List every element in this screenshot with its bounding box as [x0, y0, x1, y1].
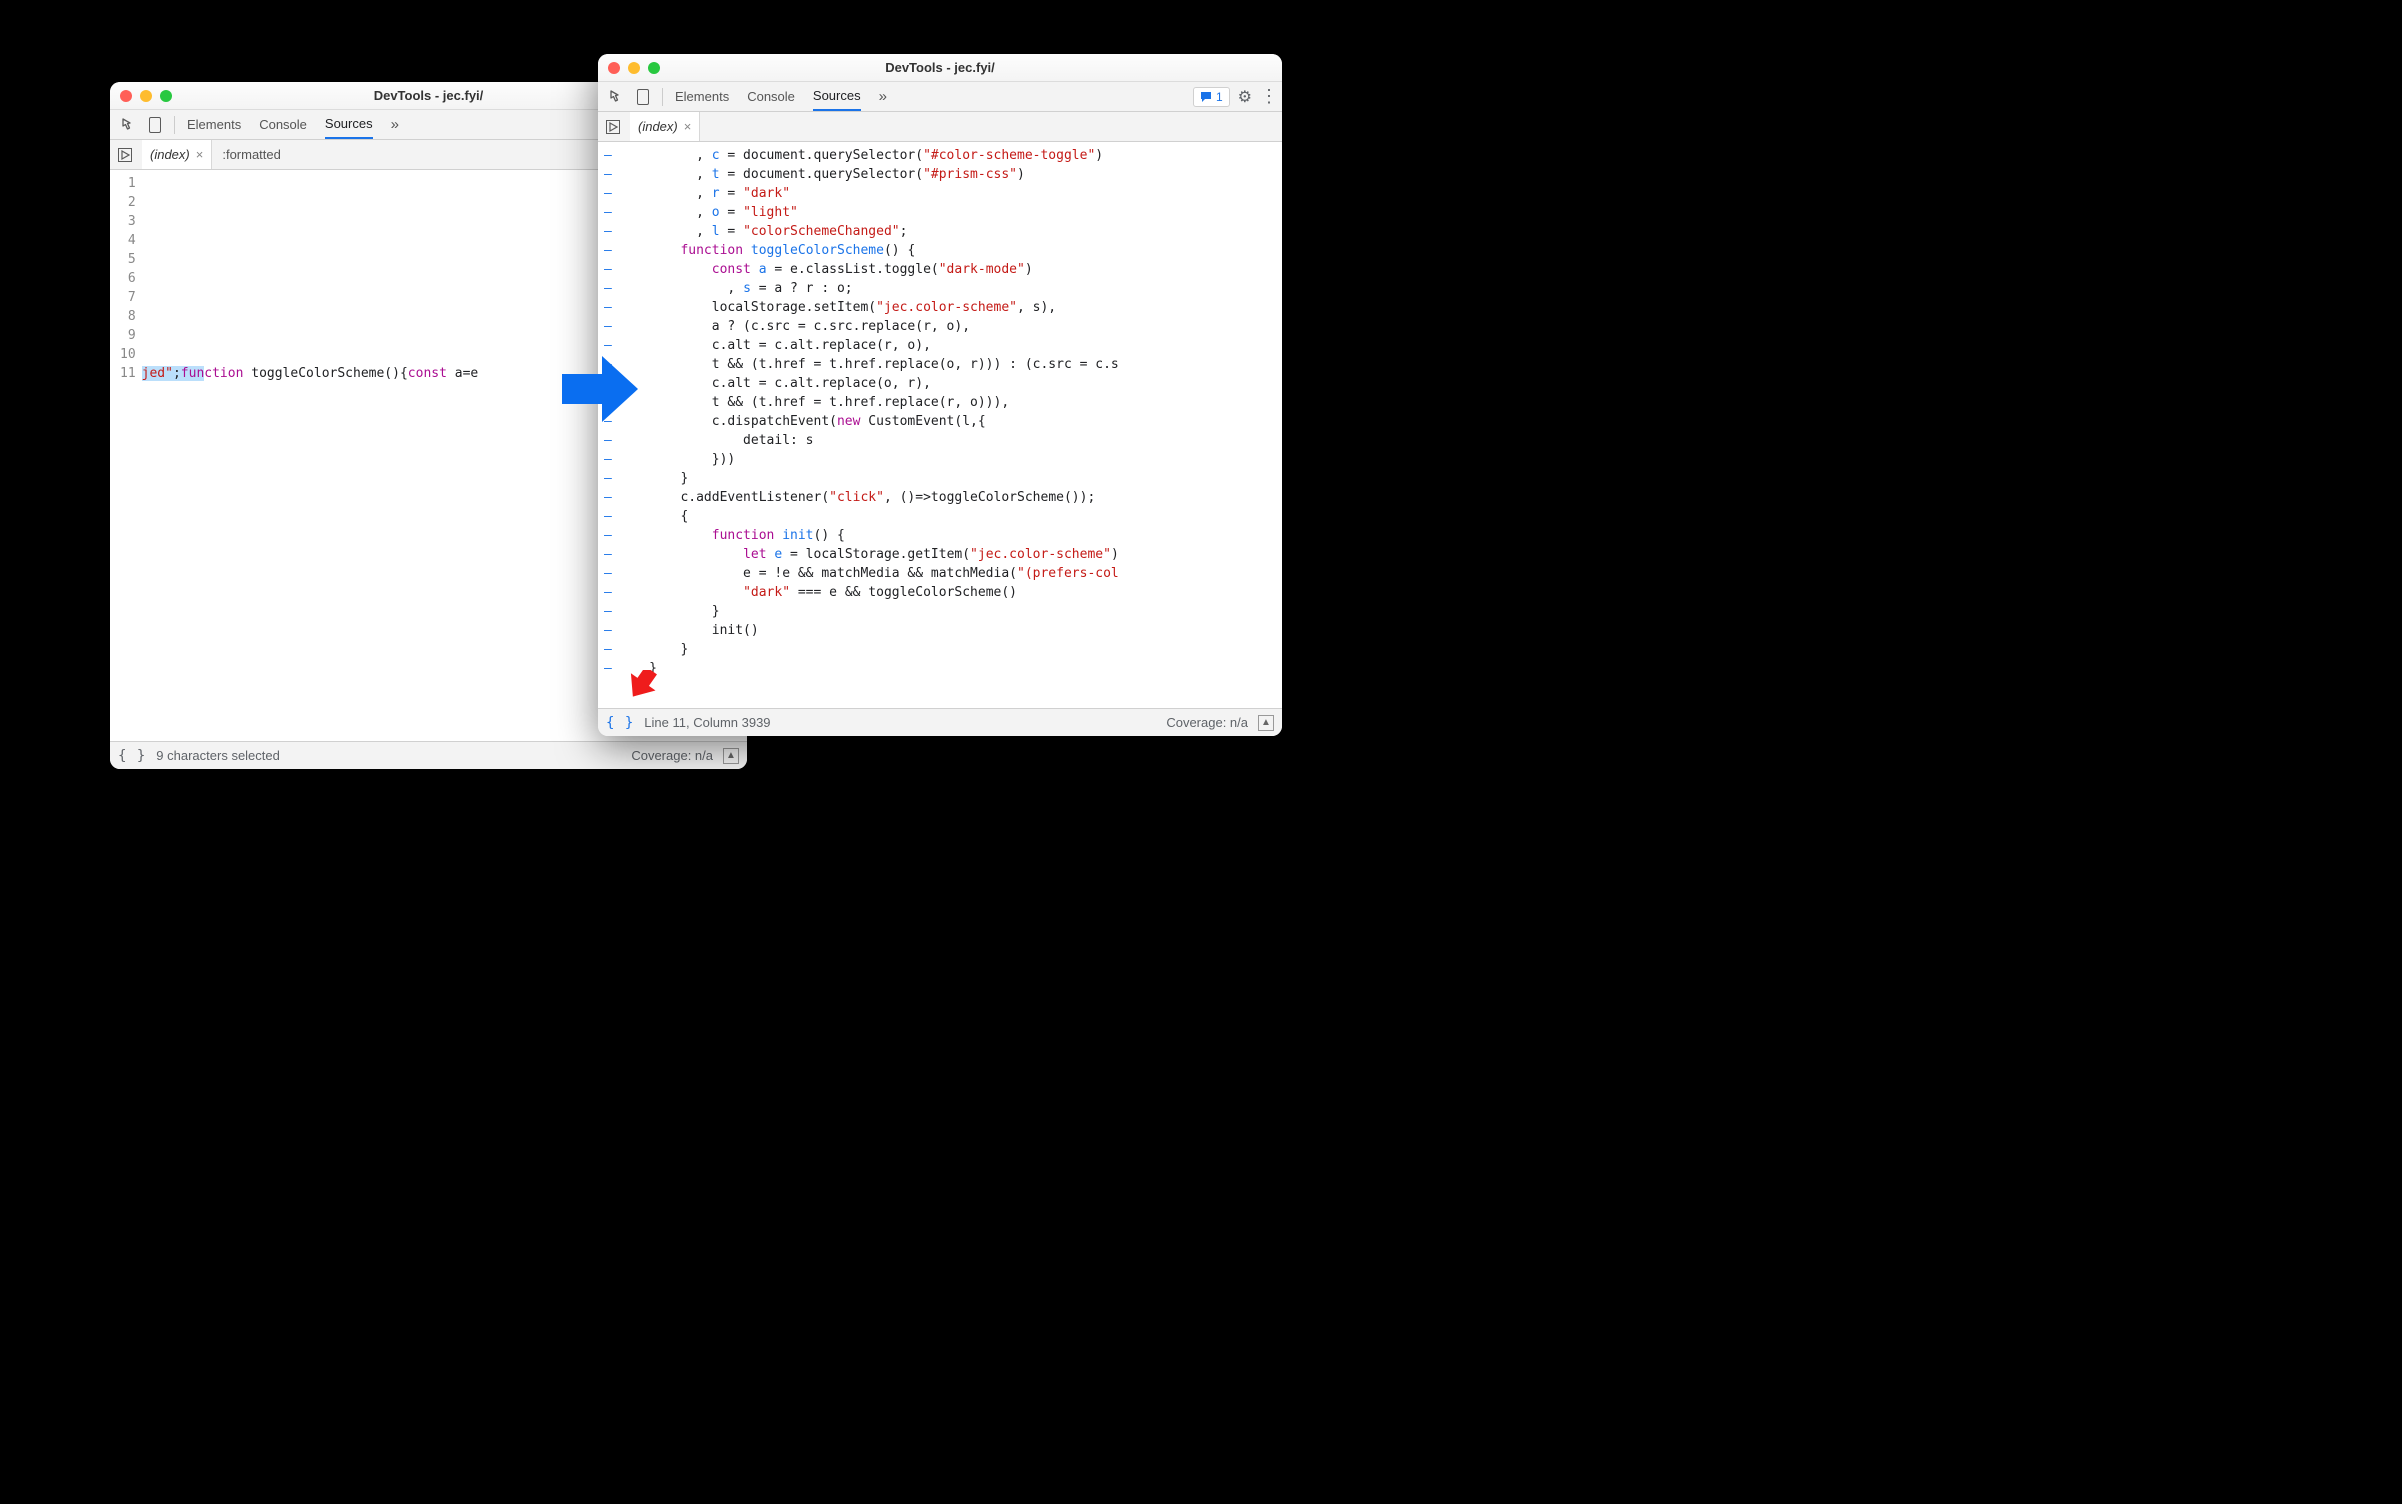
navigator-toggle-icon[interactable]	[114, 148, 136, 162]
status-text: Line 11, Column 3939	[644, 715, 770, 730]
toggle-device-icon[interactable]	[630, 85, 656, 109]
pretty-print-icon[interactable]: { }	[606, 715, 634, 731]
navigator-toggle-icon[interactable]	[602, 120, 624, 134]
more-options-icon[interactable]: ⋮	[1260, 86, 1276, 107]
close-icon[interactable]	[120, 90, 132, 102]
separator	[174, 116, 175, 134]
coverage-label: Coverage: n/a	[1166, 715, 1248, 730]
line-gutter: 1234567891011	[110, 170, 142, 741]
zoom-icon[interactable]	[160, 90, 172, 102]
file-tab-index[interactable]: (index) ×	[630, 112, 700, 141]
settings-icon[interactable]: ⚙	[1238, 87, 1252, 107]
code-editor[interactable]: –––––––––––––––––––––––––––– , c = docum…	[598, 142, 1282, 708]
tab-elements[interactable]: Elements	[675, 82, 729, 111]
code-content[interactable]: , c = document.querySelector("#color-sch…	[618, 142, 1282, 708]
inspect-icon[interactable]	[116, 113, 142, 137]
scroll-top-icon[interactable]: ▲	[1258, 715, 1274, 731]
sources-tabbar: (index) ×	[598, 112, 1282, 142]
panel-tabs: Elements Console Sources »	[669, 82, 887, 111]
tab-console[interactable]: Console	[259, 110, 307, 139]
inspect-icon[interactable]	[604, 85, 630, 109]
traffic-lights	[120, 90, 172, 102]
status-text: 9 characters selected	[156, 748, 280, 763]
file-tab-index[interactable]: (index) ×	[142, 140, 212, 169]
file-tab-label: :formatted	[222, 147, 281, 162]
scroll-top-icon[interactable]: ▲	[723, 748, 739, 764]
window-title: DevTools - jec.fyi/	[598, 60, 1282, 75]
close-tab-icon[interactable]: ×	[196, 147, 204, 162]
toggle-device-icon[interactable]	[142, 113, 168, 137]
issues-count: 1	[1216, 90, 1223, 104]
coverage-label: Coverage: n/a	[631, 748, 713, 763]
tab-elements[interactable]: Elements	[187, 110, 241, 139]
devtools-window-after: DevTools - jec.fyi/ Elements Console Sou…	[598, 54, 1282, 736]
panel-tabs: Elements Console Sources »	[181, 110, 399, 139]
file-tab-formatted[interactable]: :formatted	[218, 140, 289, 169]
statusbar: { } 9 characters selected Coverage: n/a …	[110, 741, 747, 769]
zoom-icon[interactable]	[648, 62, 660, 74]
minimize-icon[interactable]	[140, 90, 152, 102]
line-gutter: ––––––––––––––––––––––––––––	[598, 142, 618, 708]
tab-more[interactable]: »	[391, 110, 399, 139]
traffic-lights	[608, 62, 660, 74]
close-icon[interactable]	[608, 62, 620, 74]
tab-sources[interactable]: Sources	[813, 82, 861, 111]
titlebar[interactable]: DevTools - jec.fyi/	[598, 54, 1282, 82]
close-tab-icon[interactable]: ×	[684, 119, 692, 134]
tab-more[interactable]: »	[879, 82, 887, 111]
minimize-icon[interactable]	[628, 62, 640, 74]
tab-console[interactable]: Console	[747, 82, 795, 111]
file-tab-label: (index)	[638, 119, 678, 134]
file-tab-label: (index)	[150, 147, 190, 162]
chat-icon	[1200, 91, 1212, 103]
separator	[662, 88, 663, 106]
issues-badge[interactable]: 1	[1193, 87, 1230, 107]
main-toolbar: Elements Console Sources » 1 ⚙ ⋮	[598, 82, 1282, 112]
tab-sources[interactable]: Sources	[325, 110, 373, 139]
pretty-print-icon[interactable]: { }	[118, 748, 146, 764]
statusbar: { } Line 11, Column 3939 Coverage: n/a ▲	[598, 708, 1282, 736]
